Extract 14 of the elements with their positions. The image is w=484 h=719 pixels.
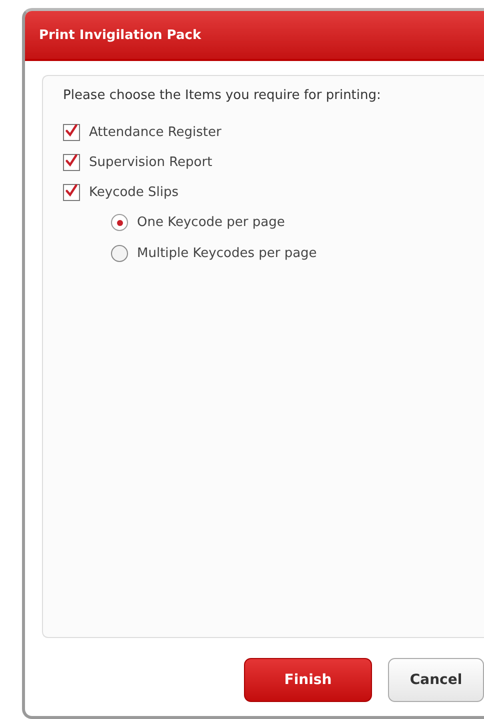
checkbox[interactable] bbox=[63, 124, 80, 140]
radio-label[interactable]: One Keycode per page bbox=[137, 215, 285, 230]
checkbox-label[interactable]: Attendance Register bbox=[89, 124, 222, 140]
finish-button[interactable]: Finish bbox=[244, 658, 372, 702]
radio-button[interactable] bbox=[111, 214, 128, 231]
cancel-button[interactable]: Cancel bbox=[388, 658, 484, 702]
checkbox-label[interactable]: Keycode Slips bbox=[89, 184, 179, 200]
radio-label[interactable]: Multiple Keycodes per page bbox=[137, 246, 317, 261]
prompt-text: Please choose the Items you require for printing: bbox=[63, 88, 382, 103]
dialog-title: Print Invigilation Pack bbox=[39, 28, 202, 42]
radio-button[interactable] bbox=[111, 245, 128, 262]
checkbox[interactable] bbox=[63, 184, 80, 200]
checkbox-label[interactable]: Supervision Report bbox=[89, 154, 212, 170]
checkbox[interactable] bbox=[63, 154, 80, 170]
